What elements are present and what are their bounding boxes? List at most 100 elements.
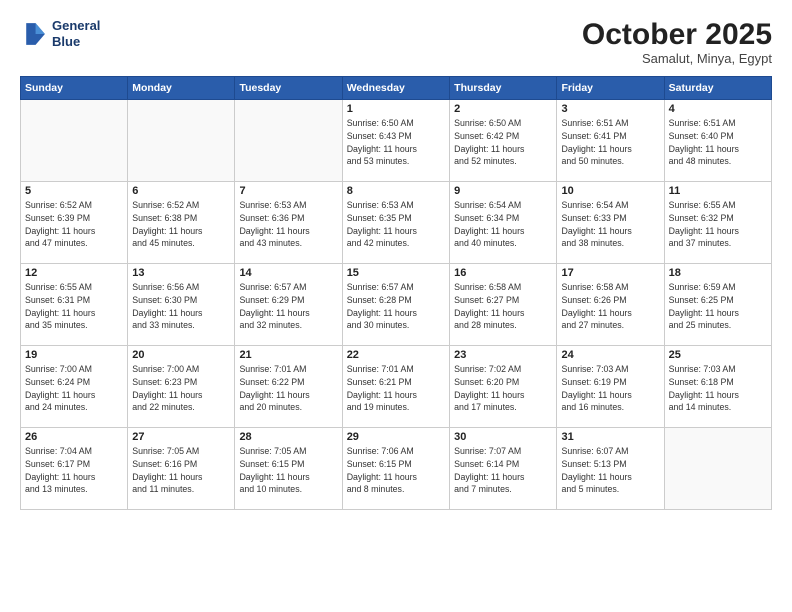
day-number: 8 <box>347 185 445 197</box>
day-number: 20 <box>132 349 230 361</box>
calendar-body: 1 Sunrise: 6:50 AM Sunset: 6:43 PM Daylig… <box>21 100 772 510</box>
calendar-cell: 11 Sunrise: 6:55 AM Sunset: 6:32 PM Dayli… <box>664 182 771 264</box>
day-info: Sunrise: 6:59 AM Sunset: 6:25 PM Dayligh… <box>669 281 767 332</box>
day-number: 16 <box>454 267 552 279</box>
calendar-cell: 1 Sunrise: 6:50 AM Sunset: 6:43 PM Daylig… <box>342 100 449 182</box>
logo-text: General Blue <box>52 18 100 49</box>
weekday-header: Wednesday <box>342 77 449 100</box>
day-info: Sunrise: 6:50 AM Sunset: 6:43 PM Dayligh… <box>347 117 445 168</box>
calendar-cell: 16 Sunrise: 6:58 AM Sunset: 6:27 PM Dayli… <box>450 264 557 346</box>
day-number: 11 <box>669 185 767 197</box>
calendar-cell: 23 Sunrise: 7:02 AM Sunset: 6:20 PM Dayli… <box>450 346 557 428</box>
day-info: Sunrise: 6:57 AM Sunset: 6:29 PM Dayligh… <box>239 281 337 332</box>
day-info: Sunrise: 6:54 AM Sunset: 6:33 PM Dayligh… <box>561 199 659 250</box>
logo-icon <box>20 20 48 48</box>
day-info: Sunrise: 6:07 AM Sunset: 5:13 PM Dayligh… <box>561 445 659 496</box>
weekday-header: Thursday <box>450 77 557 100</box>
day-info: Sunrise: 6:56 AM Sunset: 6:30 PM Dayligh… <box>132 281 230 332</box>
weekday-header: Friday <box>557 77 664 100</box>
day-info: Sunrise: 7:03 AM Sunset: 6:18 PM Dayligh… <box>669 363 767 414</box>
day-number: 26 <box>25 431 123 443</box>
day-info: Sunrise: 7:05 AM Sunset: 6:15 PM Dayligh… <box>239 445 337 496</box>
day-number: 22 <box>347 349 445 361</box>
day-number: 1 <box>347 103 445 115</box>
calendar-cell <box>21 100 128 182</box>
day-info: Sunrise: 6:52 AM Sunset: 6:39 PM Dayligh… <box>25 199 123 250</box>
calendar-cell: 3Sunrise: 6:51 AM Sunset: 6:41 PM Daylig… <box>557 100 664 182</box>
day-number: 9 <box>454 185 552 197</box>
day-info: Sunrise: 6:50 AM Sunset: 6:42 PM Dayligh… <box>454 117 552 168</box>
calendar-cell: 24Sunrise: 7:03 AM Sunset: 6:19 PM Dayli… <box>557 346 664 428</box>
day-number: 6 <box>132 185 230 197</box>
day-number: 7 <box>239 185 337 197</box>
day-number: 19 <box>25 349 123 361</box>
location-subtitle: Samalut, Minya, Egypt <box>582 51 772 66</box>
day-number: 12 <box>25 267 123 279</box>
calendar-cell: 29 Sunrise: 7:06 AM Sunset: 6:15 PM Dayli… <box>342 428 449 510</box>
logo: General Blue <box>20 18 100 49</box>
day-number: 25 <box>669 349 767 361</box>
calendar-cell: 28Sunrise: 7:05 AM Sunset: 6:15 PM Dayli… <box>235 428 342 510</box>
calendar-cell: 25 Sunrise: 7:03 AM Sunset: 6:18 PM Dayli… <box>664 346 771 428</box>
day-number: 23 <box>454 349 552 361</box>
calendar-cell: 27 Sunrise: 7:05 AM Sunset: 6:16 PM Dayli… <box>128 428 235 510</box>
calendar-cell: 14 Sunrise: 6:57 AM Sunset: 6:29 PM Dayli… <box>235 264 342 346</box>
day-number: 29 <box>347 431 445 443</box>
calendar-cell: 7 Sunrise: 6:53 AM Sunset: 6:36 PM Daylig… <box>235 182 342 264</box>
day-number: 18 <box>669 267 767 279</box>
day-info: Sunrise: 6:55 AM Sunset: 6:32 PM Dayligh… <box>669 199 767 250</box>
weekday-header: Sunday <box>21 77 128 100</box>
day-info: Sunrise: 6:51 AM Sunset: 6:40 PM Dayligh… <box>669 117 767 168</box>
calendar-cell <box>664 428 771 510</box>
logo-line1: General <box>52 18 100 34</box>
calendar-week-row: 12 Sunrise: 6:55 AM Sunset: 6:31 PM Dayli… <box>21 264 772 346</box>
calendar: SundayMondayTuesdayWednesdayThursdayFrid… <box>20 76 772 510</box>
calendar-cell: 4Sunrise: 6:51 AM Sunset: 6:40 PM Daylig… <box>664 100 771 182</box>
day-info: Sunrise: 7:05 AM Sunset: 6:16 PM Dayligh… <box>132 445 230 496</box>
calendar-cell: 8 Sunrise: 6:53 AM Sunset: 6:35 PM Daylig… <box>342 182 449 264</box>
header: General Blue October 2025 Samalut, Minya… <box>20 18 772 66</box>
day-info: Sunrise: 7:01 AM Sunset: 6:21 PM Dayligh… <box>347 363 445 414</box>
day-info: Sunrise: 6:55 AM Sunset: 6:31 PM Dayligh… <box>25 281 123 332</box>
calendar-cell <box>235 100 342 182</box>
day-info: Sunrise: 6:52 AM Sunset: 6:38 PM Dayligh… <box>132 199 230 250</box>
page: General Blue October 2025 Samalut, Minya… <box>0 0 792 612</box>
day-number: 27 <box>132 431 230 443</box>
day-number: 30 <box>454 431 552 443</box>
calendar-cell <box>128 100 235 182</box>
calendar-cell: 26Sunrise: 7:04 AM Sunset: 6:17 PM Dayli… <box>21 428 128 510</box>
day-info: Sunrise: 6:58 AM Sunset: 6:26 PM Dayligh… <box>561 281 659 332</box>
day-number: 13 <box>132 267 230 279</box>
calendar-cell: 15 Sunrise: 6:57 AM Sunset: 6:28 PM Dayli… <box>342 264 449 346</box>
weekday-header-row: SundayMondayTuesdayWednesdayThursdayFrid… <box>21 77 772 100</box>
calendar-cell: 6 Sunrise: 6:52 AM Sunset: 6:38 PM Daylig… <box>128 182 235 264</box>
day-info: Sunrise: 6:51 AM Sunset: 6:41 PM Dayligh… <box>561 117 659 168</box>
day-info: Sunrise: 6:58 AM Sunset: 6:27 PM Dayligh… <box>454 281 552 332</box>
calendar-week-row: 5Sunrise: 6:52 AM Sunset: 6:39 PM Daylig… <box>21 182 772 264</box>
calendar-cell: 30Sunrise: 7:07 AM Sunset: 6:14 PM Dayli… <box>450 428 557 510</box>
day-info: Sunrise: 7:06 AM Sunset: 6:15 PM Dayligh… <box>347 445 445 496</box>
calendar-week-row: 26Sunrise: 7:04 AM Sunset: 6:17 PM Dayli… <box>21 428 772 510</box>
calendar-week-row: 1 Sunrise: 6:50 AM Sunset: 6:43 PM Daylig… <box>21 100 772 182</box>
day-number: 17 <box>561 267 659 279</box>
calendar-cell: 31 Sunrise: 6:07 AM Sunset: 5:13 PM Dayli… <box>557 428 664 510</box>
day-info: Sunrise: 6:53 AM Sunset: 6:35 PM Dayligh… <box>347 199 445 250</box>
weekday-header: Monday <box>128 77 235 100</box>
day-number: 10 <box>561 185 659 197</box>
day-info: Sunrise: 6:57 AM Sunset: 6:28 PM Dayligh… <box>347 281 445 332</box>
day-info: Sunrise: 7:01 AM Sunset: 6:22 PM Dayligh… <box>239 363 337 414</box>
calendar-week-row: 19Sunrise: 7:00 AM Sunset: 6:24 PM Dayli… <box>21 346 772 428</box>
calendar-cell: 21Sunrise: 7:01 AM Sunset: 6:22 PM Dayli… <box>235 346 342 428</box>
day-info: Sunrise: 6:53 AM Sunset: 6:36 PM Dayligh… <box>239 199 337 250</box>
weekday-header: Tuesday <box>235 77 342 100</box>
month-title: October 2025 <box>582 18 772 51</box>
title-block: October 2025 Samalut, Minya, Egypt <box>582 18 772 66</box>
day-number: 14 <box>239 267 337 279</box>
calendar-cell: 19Sunrise: 7:00 AM Sunset: 6:24 PM Dayli… <box>21 346 128 428</box>
day-number: 31 <box>561 431 659 443</box>
day-number: 2 <box>454 103 552 115</box>
day-info: Sunrise: 7:03 AM Sunset: 6:19 PM Dayligh… <box>561 363 659 414</box>
day-info: Sunrise: 7:02 AM Sunset: 6:20 PM Dayligh… <box>454 363 552 414</box>
weekday-header: Saturday <box>664 77 771 100</box>
day-number: 15 <box>347 267 445 279</box>
